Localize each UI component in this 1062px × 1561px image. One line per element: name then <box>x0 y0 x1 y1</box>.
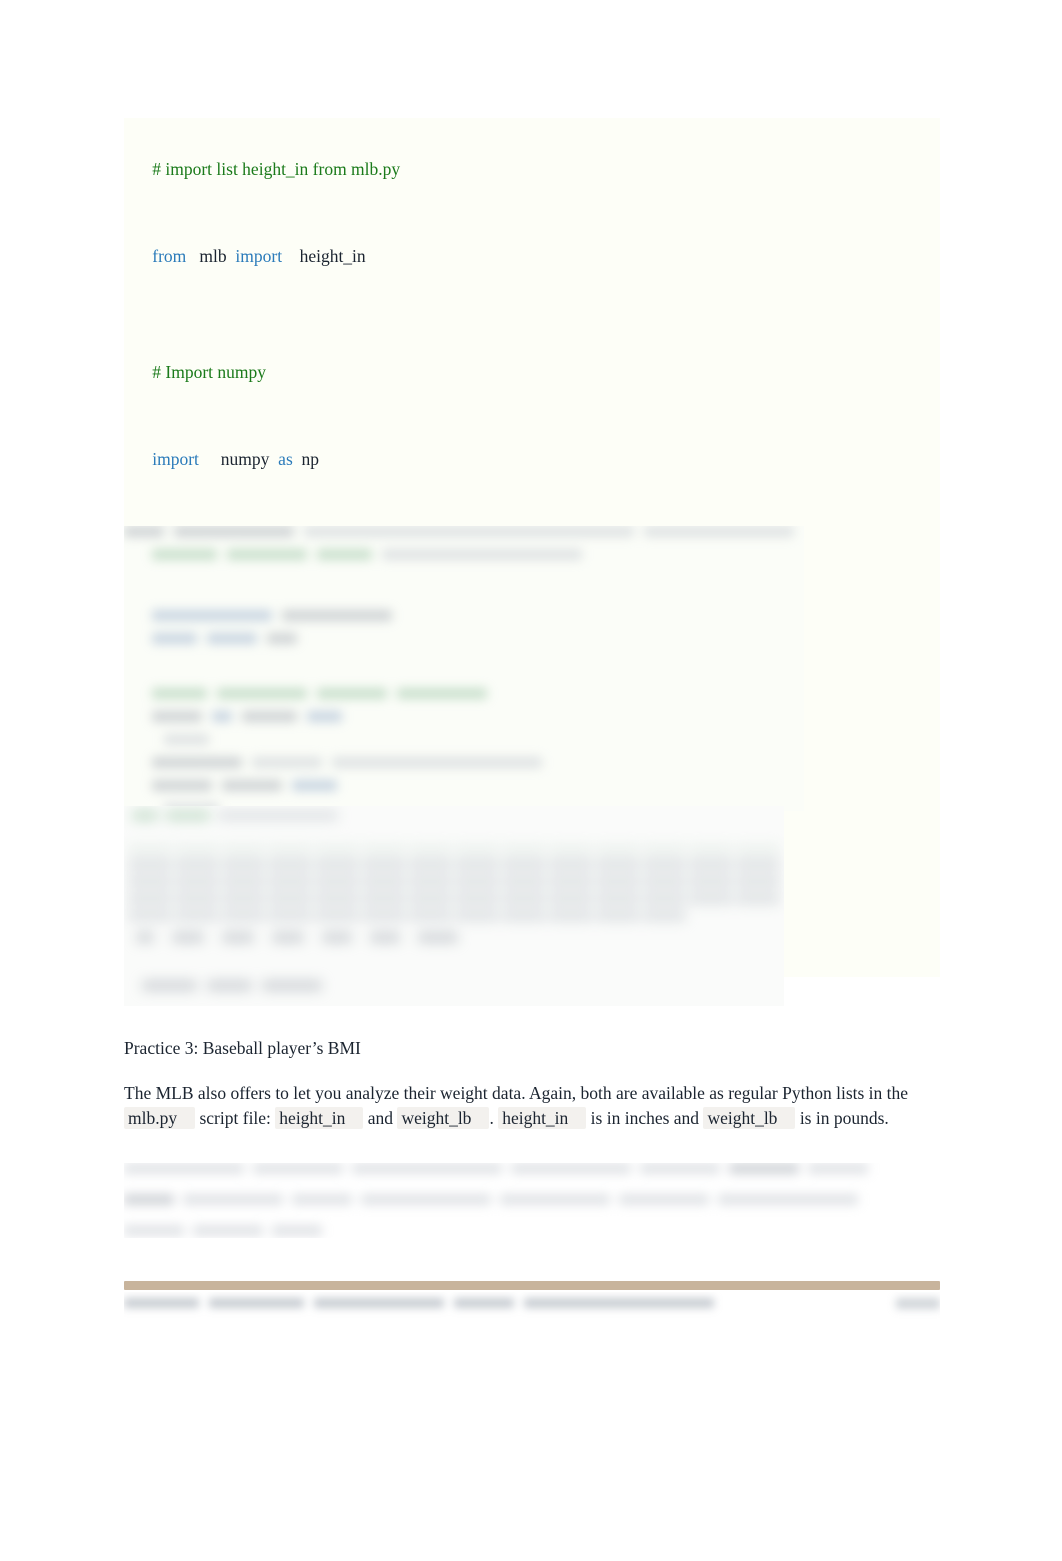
paragraph-text-4: . <box>489 1107 499 1128</box>
footer-text-blurred <box>124 1292 940 1322</box>
identifier-np: np <box>301 449 320 469</box>
code-statement-line: import numpy as np <box>124 416 940 503</box>
paragraph-text-6: is in pounds. <box>795 1107 889 1128</box>
paragraph-text-1: The MLB also offers to let you analyze t… <box>124 1083 909 1103</box>
identifier-mlb: mlb <box>199 246 227 266</box>
footer-page-number <box>896 1298 940 1309</box>
blurred-array-output <box>124 806 784 1006</box>
paragraph-text-2: script file: <box>195 1107 276 1128</box>
keyword-as: as <box>278 449 293 469</box>
code-statement-line: from mlb import height_in <box>124 213 940 300</box>
comment-text: # Import numpy <box>152 362 266 382</box>
paragraph-text-3: and <box>363 1107 398 1128</box>
footer-rule <box>124 1281 940 1290</box>
keyword-import: import <box>235 246 283 266</box>
inline-code-height-in-1: height_in <box>275 1106 364 1129</box>
blurred-paragraph <box>124 1163 940 1238</box>
blurred-code-listing <box>124 526 804 811</box>
inline-code-weight-lb-2: weight_lb <box>703 1106 796 1129</box>
identifier-height-in: height_in <box>299 246 366 266</box>
practice-heading: Practice 3: Baseball player’s BMI <box>124 1038 361 1058</box>
inline-code-weight-lb-1: weight_lb <box>397 1106 490 1129</box>
code-comment-line: # Import numpy <box>124 329 940 416</box>
comment-text: # import list height_in from mlb.py <box>152 159 401 179</box>
practice-paragraph: The MLB also offers to let you analyze t… <box>124 1081 914 1130</box>
identifier-numpy: numpy <box>220 449 270 469</box>
keyword-from: from <box>152 246 187 266</box>
paragraph-text-5: is in inches and <box>586 1107 704 1128</box>
inline-code-mlb-py: mlb.py <box>124 1106 196 1129</box>
keyword-import: import <box>152 449 199 469</box>
inline-code-height-in-2: height_in <box>498 1106 587 1129</box>
document-page: # import list height_in from mlb.py from… <box>0 0 1062 1561</box>
code-comment-line: # import list height_in from mlb.py <box>124 126 940 213</box>
